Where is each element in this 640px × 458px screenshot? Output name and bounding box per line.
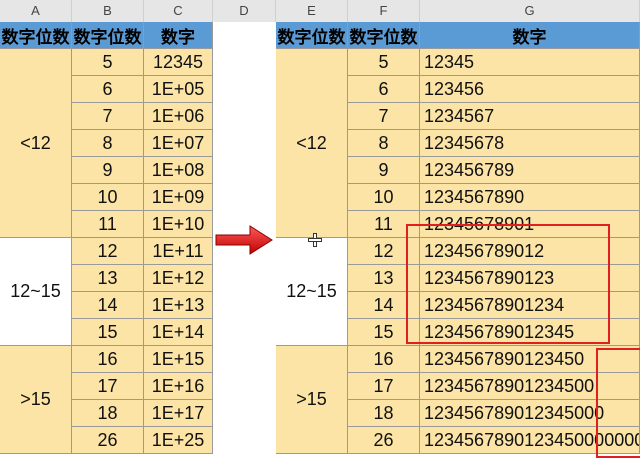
left-digits-cell[interactable]: 8 xyxy=(72,130,144,157)
right-group-cell[interactable]: 12~15 xyxy=(276,238,348,346)
column-header-d[interactable]: D xyxy=(213,0,276,22)
cell-cursor-icon xyxy=(308,233,322,247)
right-digits-cell[interactable]: 9 xyxy=(348,157,420,184)
right-group-cell[interactable]: <12 xyxy=(276,49,348,238)
right-digits-cell[interactable]: 10 xyxy=(348,184,420,211)
column-header-g[interactable]: G xyxy=(420,0,640,22)
left-digits-cell[interactable]: 26 xyxy=(72,427,144,454)
right-value-cell[interactable]: 123456789 xyxy=(420,157,640,184)
left-value-cell[interactable]: 1E+08 xyxy=(144,157,213,184)
right-digits-cell[interactable]: 13 xyxy=(348,265,420,292)
right-digits-cell[interactable]: 26 xyxy=(348,427,420,454)
right-digits-cell[interactable]: 11 xyxy=(348,211,420,238)
right-header-3: 数字 xyxy=(420,22,640,49)
right-value-cell[interactable]: 12345678901234500000000000 xyxy=(420,427,640,454)
right-value-cell[interactable]: 12345 xyxy=(420,49,640,76)
left-header-1: 数字位数 xyxy=(0,22,72,49)
column-header-b[interactable]: B xyxy=(72,0,144,22)
right-value-cell[interactable]: 123456789012 xyxy=(420,238,640,265)
column-header-bar: A B C D E F G xyxy=(0,0,640,23)
column-header-a[interactable]: A xyxy=(0,0,72,22)
right-value-cell[interactable]: 12345678 xyxy=(420,130,640,157)
right-value-cell[interactable]: 12345678901234 xyxy=(420,292,640,319)
left-header-3: 数字 xyxy=(144,22,213,49)
right-digits-cell[interactable]: 12 xyxy=(348,238,420,265)
left-value-cell[interactable]: 1E+09 xyxy=(144,184,213,211)
left-value-cell[interactable]: 1E+06 xyxy=(144,103,213,130)
right-value-cell[interactable]: 1234567890123450 xyxy=(420,346,640,373)
left-value-cell[interactable]: 1E+10 xyxy=(144,211,213,238)
left-value-cell[interactable]: 1E+14 xyxy=(144,319,213,346)
right-digits-cell[interactable]: 16 xyxy=(348,346,420,373)
left-value-cell[interactable]: 1E+12 xyxy=(144,265,213,292)
left-group-cell[interactable]: >15 xyxy=(0,346,72,454)
right-digits-cell[interactable]: 7 xyxy=(348,103,420,130)
left-digits-cell[interactable]: 18 xyxy=(72,400,144,427)
right-value-cell[interactable]: 1234567890 xyxy=(420,184,640,211)
column-header-e[interactable]: E xyxy=(276,0,348,22)
left-group-cell[interactable]: <12 xyxy=(0,49,72,238)
right-value-cell[interactable]: 1234567890123 xyxy=(420,265,640,292)
left-group-cell[interactable]: 12~15 xyxy=(0,238,72,346)
left-digits-cell[interactable]: 5 xyxy=(72,49,144,76)
right-header-1: 数字位数 xyxy=(276,22,348,49)
left-digits-cell[interactable]: 10 xyxy=(72,184,144,211)
right-digits-cell[interactable]: 17 xyxy=(348,373,420,400)
right-group-cell[interactable]: >15 xyxy=(276,346,348,454)
arrow-right-icon xyxy=(215,225,273,255)
right-digits-cell[interactable]: 8 xyxy=(348,130,420,157)
left-digits-cell[interactable]: 7 xyxy=(72,103,144,130)
left-value-cell[interactable]: 12345 xyxy=(144,49,213,76)
right-header-2: 数字位数 xyxy=(348,22,420,49)
left-digits-cell[interactable]: 13 xyxy=(72,265,144,292)
left-value-cell[interactable]: 1E+11 xyxy=(144,238,213,265)
left-digits-cell[interactable]: 17 xyxy=(72,373,144,400)
left-value-cell[interactable]: 1E+17 xyxy=(144,400,213,427)
column-header-c[interactable]: C xyxy=(144,0,213,22)
right-digits-cell[interactable]: 15 xyxy=(348,319,420,346)
left-header-2: 数字位数 xyxy=(72,22,144,49)
right-digits-cell[interactable]: 5 xyxy=(348,49,420,76)
left-value-cell[interactable]: 1E+25 xyxy=(144,427,213,454)
right-value-cell[interactable]: 12345678901234500 xyxy=(420,373,640,400)
left-value-cell[interactable]: 1E+16 xyxy=(144,373,213,400)
left-digits-cell[interactable]: 14 xyxy=(72,292,144,319)
left-digits-cell[interactable]: 11 xyxy=(72,211,144,238)
left-value-cell[interactable]: 1E+05 xyxy=(144,76,213,103)
right-value-cell[interactable]: 123456789012345000 xyxy=(420,400,640,427)
left-value-cell[interactable]: 1E+07 xyxy=(144,130,213,157)
right-value-cell[interactable]: 123456 xyxy=(420,76,640,103)
left-value-cell[interactable]: 1E+15 xyxy=(144,346,213,373)
left-digits-cell[interactable]: 15 xyxy=(72,319,144,346)
left-digits-cell[interactable]: 16 xyxy=(72,346,144,373)
right-digits-cell[interactable]: 14 xyxy=(348,292,420,319)
left-digits-cell[interactable]: 9 xyxy=(72,157,144,184)
right-value-cell[interactable]: 1234567 xyxy=(420,103,640,130)
left-digits-cell[interactable]: 6 xyxy=(72,76,144,103)
right-value-cell[interactable]: 123456789012345 xyxy=(420,319,640,346)
right-value-cell[interactable]: 12345678901 xyxy=(420,211,640,238)
left-value-cell[interactable]: 1E+13 xyxy=(144,292,213,319)
right-digits-cell[interactable]: 6 xyxy=(348,76,420,103)
column-header-f[interactable]: F xyxy=(348,0,420,22)
right-digits-cell[interactable]: 18 xyxy=(348,400,420,427)
left-digits-cell[interactable]: 12 xyxy=(72,238,144,265)
